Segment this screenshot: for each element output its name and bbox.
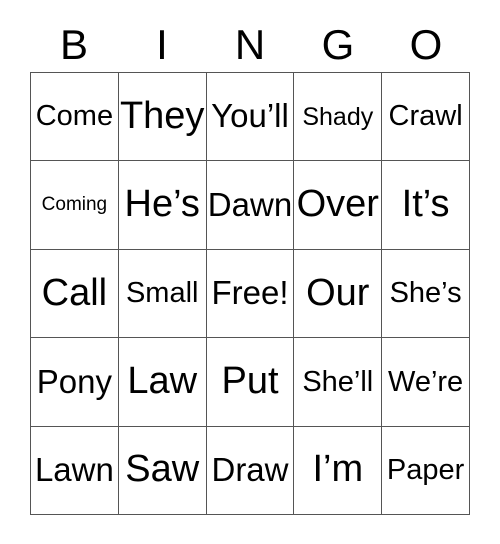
bingo-cell-r5c3[interactable]: Draw <box>206 426 295 515</box>
bingo-cell-r4c1[interactable]: Pony <box>31 338 119 427</box>
bingo-cell-r3c3[interactable]: Free! <box>206 249 295 339</box>
bingo-cell-r5c1[interactable]: Lawn <box>31 426 119 515</box>
bingo-cell-label: She’ll <box>302 365 374 398</box>
bingo-cell-label: You’ll <box>211 97 289 135</box>
bingo-cell-label: Saw <box>125 448 200 491</box>
bingo-cell-r3c1[interactable]: Call <box>31 249 119 339</box>
header-letter-o: O <box>409 21 443 68</box>
bingo-cell-r1c4[interactable]: Shady <box>294 73 383 162</box>
bingo-header: B I N G O <box>30 18 470 72</box>
bingo-cell-r5c5[interactable]: Paper <box>382 426 470 515</box>
bingo-cell-label: Crawl <box>388 100 463 133</box>
bingo-cell-label: Over <box>296 183 379 226</box>
bingo-cell-label: He’s <box>124 183 200 226</box>
header-letter-n: N <box>234 21 266 68</box>
bingo-cell-label: Small <box>125 277 199 310</box>
bingo-cell-r1c3[interactable]: You’ll <box>206 73 295 162</box>
bingo-cell-r3c2[interactable]: Small <box>118 249 207 339</box>
bingo-cell-label: It’s <box>401 183 450 226</box>
bingo-cell-r5c2[interactable]: Saw <box>118 426 207 515</box>
bingo-cell-label: Come <box>35 100 114 133</box>
bingo-grid: Come They You’ll Shady Crawl Coming He’s… <box>30 72 470 515</box>
bingo-cell-label: She’s <box>389 277 462 310</box>
bingo-cell-label: I’m <box>312 448 364 491</box>
bingo-cell-label: Pony <box>36 362 112 400</box>
bingo-cell-label: Draw <box>211 450 289 488</box>
bingo-cell-r4c2[interactable]: Law <box>118 338 207 427</box>
header-letter-b: B <box>59 21 88 68</box>
bingo-cell-r4c3[interactable]: Put <box>206 338 295 427</box>
bingo-cell-label: They <box>119 94 205 137</box>
bingo-cell-label: Dawn <box>207 185 293 223</box>
bingo-cell-label: Paper <box>386 454 465 487</box>
bingo-cell-r2c1[interactable]: Coming <box>31 161 119 250</box>
bingo-cell-r3c5[interactable]: She’s <box>382 249 470 339</box>
header-letter-i: I <box>156 21 168 68</box>
bingo-cell-r4c5[interactable]: We’re <box>382 338 470 427</box>
bingo-card: B I N G O Come They You’ll Shady Crawl C… <box>0 0 500 544</box>
bingo-cell-label: Free! <box>211 274 289 312</box>
bingo-cell-label: Our <box>306 271 370 314</box>
bingo-cell-label: Lawn <box>34 450 114 488</box>
bingo-cell-label: We’re <box>387 365 464 398</box>
bingo-cell-r2c2[interactable]: He’s <box>118 161 207 250</box>
bingo-cell-r2c3[interactable]: Dawn <box>206 161 295 250</box>
bingo-cell-label: Put <box>221 359 279 402</box>
bingo-cell-r2c5[interactable]: It’s <box>382 161 470 250</box>
bingo-cell-r2c4[interactable]: Over <box>294 161 383 250</box>
bingo-cell-label: Shady <box>302 102 374 131</box>
bingo-cell-r5c4[interactable]: I’m <box>294 426 383 515</box>
bingo-cell-r1c5[interactable]: Crawl <box>382 73 470 162</box>
bingo-cell-r1c1[interactable]: Come <box>31 73 119 162</box>
bingo-cell-r4c4[interactable]: She’ll <box>294 338 383 427</box>
header-letter-g: G <box>321 21 355 68</box>
bingo-cell-label: Coming <box>41 194 108 216</box>
bingo-cell-label: Call <box>41 271 108 314</box>
bingo-cell-r3c4[interactable]: Our <box>294 249 383 339</box>
bingo-cell-label: Law <box>127 359 198 402</box>
bingo-cell-r1c2[interactable]: They <box>118 73 207 162</box>
